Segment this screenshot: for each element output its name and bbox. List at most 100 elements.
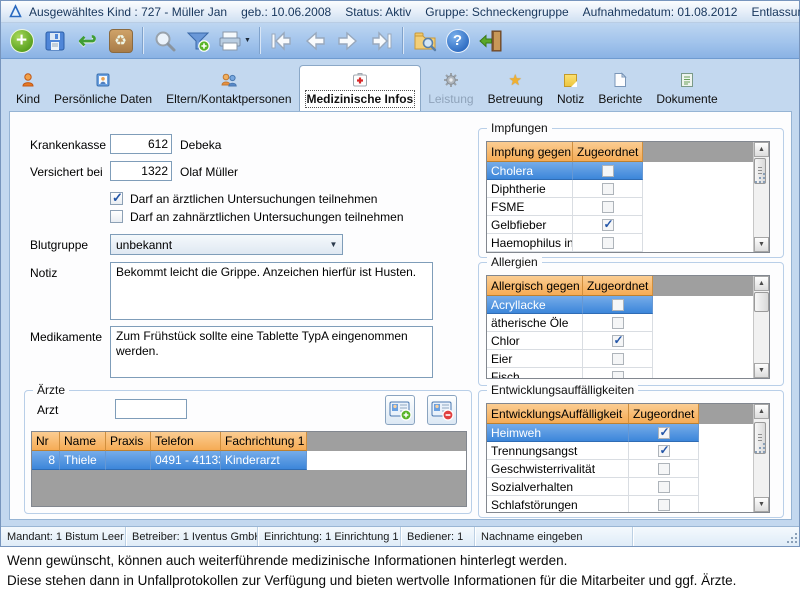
versichert-bei-input[interactable] [110,161,172,181]
scrollbar[interactable]: ▲ ▼ [753,276,769,378]
table-row[interactable]: Heimweh [487,424,769,442]
zugeordnet-checkbox[interactable] [612,371,624,380]
tab-medizinische-infos[interactable]: Medizinische Infos [299,65,422,111]
zahnaerztlich-checkbox-label: Darf an zahnärztlichen Untersuchungen te… [130,210,404,224]
zugeordnet-checkbox[interactable] [602,183,614,195]
medikamente-textarea[interactable]: Zum Frühstück sollte eine Tablette TypA … [110,326,433,378]
table-row[interactable]: ätherische Öle [487,314,769,332]
zugeordnet-checkbox[interactable] [602,165,614,177]
scroll-up-icon[interactable]: ▲ [754,142,769,157]
impfungen-groupbox: Impfungen Impfung gegen Zugeordnet Chole… [478,128,784,258]
navigate-last-button[interactable] [365,25,396,56]
app-icon [8,4,23,19]
table-row[interactable]: FSME [487,198,769,216]
scroll-thumb[interactable] [754,422,766,454]
entwicklung-table: EntwicklungsAuffälligkeit Zugeordnet Hei… [486,403,770,513]
scroll-thumb[interactable] [754,158,766,184]
entwicklung-groupbox: Entwicklungsauffälligkeiten Entwicklungs… [478,390,784,518]
blutgruppe-select[interactable]: unbekannt ▼ [110,234,343,255]
tab-kind[interactable]: Kind [9,69,47,111]
krankenkasse-label: Krankenkasse [30,138,106,152]
app-window: Ausgewähltes Kind : 727 - Müller Jan geb… [0,0,800,547]
print-button[interactable]: ▼ [215,25,253,56]
scroll-down-icon[interactable]: ▼ [754,237,769,252]
table-row[interactable]: Chlor [487,332,769,350]
print-dropdown-icon[interactable]: ▼ [244,37,251,44]
scroll-thumb[interactable] [754,292,769,312]
blutgruppe-label: Blutgruppe [30,238,88,252]
zahnaerztlich-checkbox[interactable] [110,210,123,223]
undo-button[interactable]: ↩ [72,25,103,56]
table-row[interactable]: Sozialverhalten [487,478,769,496]
tab-dokumente[interactable]: Dokumente [649,69,724,111]
table-row[interactable]: Eier [487,350,769,368]
table-row[interactable]: Cholera [487,162,769,180]
table-row[interactable]: Gelbfieber [487,216,769,234]
navigate-previous-button[interactable] [299,25,330,56]
table-row[interactable]: Diphtherie [487,180,769,198]
krankenkasse-input[interactable] [110,134,172,154]
navigate-first-button[interactable] [266,25,297,56]
table-row[interactable]: Trennungsangst [487,442,769,460]
exit-button[interactable] [475,25,506,56]
tab-eltern-kontaktpersonen[interactable]: Eltern/Kontaktpersonen [159,69,298,111]
resize-grip[interactable] [785,531,797,543]
help-button[interactable]: ? [442,25,473,56]
impfungen-table: Impfung gegen Zugeordnet Cholera Diphthe… [486,141,770,253]
new-button[interactable]: + [6,25,37,56]
filter-button[interactable] [182,25,213,56]
tab-leistung[interactable]: Leistung [421,69,480,111]
add-doctor-button[interactable] [385,395,415,425]
tab-persoenliche-daten[interactable]: Persönliche Daten [47,69,159,111]
table-row[interactable]: 8 Thiele 0491 - 41133 Kinderarzt [32,451,466,470]
table-row[interactable]: Haemophilus inf [487,234,769,252]
status-nachname-eingeben: Nachname eingeben [475,527,633,546]
aerztlich-checkbox[interactable] [110,192,123,205]
question-icon: ? [446,29,470,53]
zugeordnet-checkbox[interactable] [658,481,670,493]
table-row[interactable]: Acryllacke [487,296,769,314]
navigate-next-button[interactable] [332,25,363,56]
search-button[interactable] [149,25,180,56]
arzt-input[interactable] [115,399,187,419]
zugeordnet-checkbox[interactable] [602,237,614,249]
zugeordnet-checkbox[interactable] [612,335,624,347]
remove-doctor-button[interactable] [427,395,457,425]
scroll-down-icon[interactable]: ▼ [754,363,769,378]
zugeordnet-checkbox[interactable] [612,299,624,311]
client-area: Kind Persönliche Daten Eltern/Kontaktper… [1,59,799,546]
scroll-down-icon[interactable]: ▼ [754,497,769,512]
search-child-button[interactable] [409,25,440,56]
zugeordnet-checkbox[interactable] [612,353,624,365]
zugeordnet-checkbox[interactable] [602,201,614,213]
tab-betreuung[interactable]: ★ Betreuung [481,69,550,111]
table-row[interactable]: Geschwisterrivalität [487,460,769,478]
scrollbar[interactable]: ▲ ▼ [753,404,769,512]
first-arrow-icon [269,29,295,53]
save-button[interactable] [39,25,70,56]
zugeordnet-checkbox[interactable] [658,445,670,457]
tab-strip: Kind Persönliche Daten Eltern/Kontaktper… [9,65,725,111]
tab-notiz[interactable]: Notiz [550,69,591,111]
status-einrichtung: Einrichtung: 1 Einrichtung 1 [258,527,401,546]
tab-berichte[interactable]: Berichte [591,69,649,111]
table-row[interactable]: Schlafstörungen [487,496,769,513]
caption-line-2: Diese stehen dann in Unfallprotokollen z… [7,571,797,591]
zugeordnet-checkbox[interactable] [602,219,614,231]
scroll-up-icon[interactable]: ▲ [754,276,769,291]
status-betreiber: Betreiber: 1 Iventus GmbH [126,527,258,546]
notiz-textarea[interactable]: Bekommt leicht die Grippe. Anzeichen hie… [110,262,433,320]
document-icon [679,72,695,88]
scrollbar[interactable]: ▲ ▼ [753,142,769,252]
allergien-groupbox: Allergien Allergisch gegen Zugeordnet Ac… [478,262,784,386]
zugeordnet-checkbox[interactable] [658,463,670,475]
table-row[interactable]: Fisch [487,368,769,379]
gear-icon [443,72,459,88]
zugeordnet-checkbox[interactable] [658,427,670,439]
zugeordnet-checkbox[interactable] [658,499,670,511]
folder-search-icon [412,29,438,53]
zugeordnet-checkbox[interactable] [612,317,624,329]
scroll-up-icon[interactable]: ▲ [754,404,769,419]
entwicklung-legend: Entwicklungsauffälligkeiten [487,383,638,397]
delete-button[interactable]: ♻ [105,25,136,56]
